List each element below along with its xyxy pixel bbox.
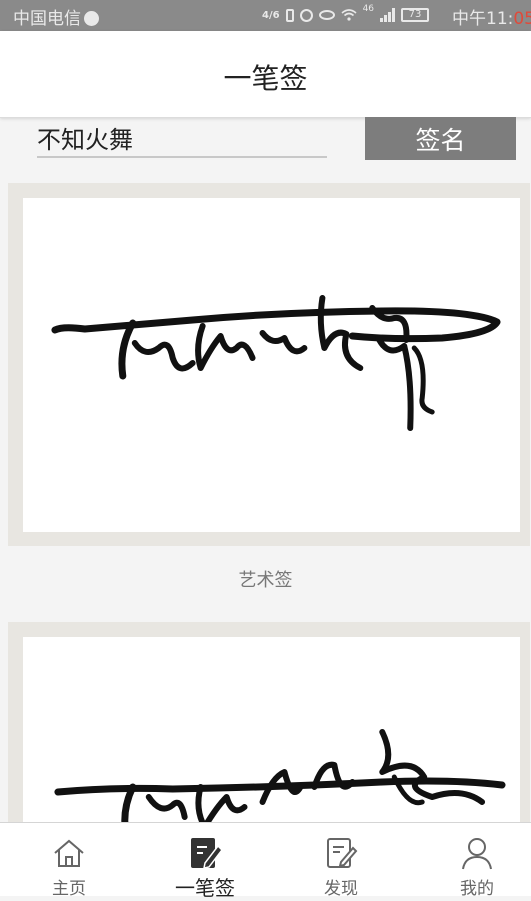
nav-home[interactable]: 主页 [3,823,135,899]
vibrate-icon [285,8,294,22]
name-input[interactable] [37,118,327,158]
eye-icon [318,10,335,20]
nav-profile-label: 我的 [460,879,494,899]
battery-icon: 73 [401,8,430,22]
discover-edit-icon [327,838,358,868]
net-speed-indicator: 4/6 [262,9,280,21]
home-icon [54,839,84,867]
signal-icon [380,8,396,22]
carrier-name: 中国电信 [13,4,99,29]
nav-signature[interactable]: 一笔签 [139,823,271,900]
nav-home-label: 主页 [52,879,86,899]
signature-card[interactable] [8,183,530,546]
nav-signature-label: 一笔签 [175,876,235,900]
signature-image [51,295,501,431]
globe-icon [84,11,99,26]
signature-card[interactable] [8,622,530,872]
nav-discover-label: 发现 [324,879,358,899]
user-icon [462,838,492,870]
status-bar: 中国电信 4/6 46 73 中午11:05 [0,0,531,31]
style-caption: 艺术签 [238,570,293,591]
wifi-icon [341,9,357,21]
alarm-icon [299,8,313,22]
status-icons: 4/6 46 73 [262,4,430,25]
nav-discover[interactable]: 发现 [275,823,407,899]
nav-profile[interactable]: 我的 [411,823,531,899]
sign-button[interactable]: 签名 [365,117,516,160]
bottom-navigation: 主页 一笔签 发现 我的 [0,822,531,900]
signature-pen-icon [191,838,223,869]
title-bar: 一笔签 [0,31,531,118]
page-title: 一笔签 [223,62,308,95]
clock: 中午11:05 [452,9,531,29]
signature-paper [23,198,520,532]
network-type-label: 46 [362,4,375,14]
